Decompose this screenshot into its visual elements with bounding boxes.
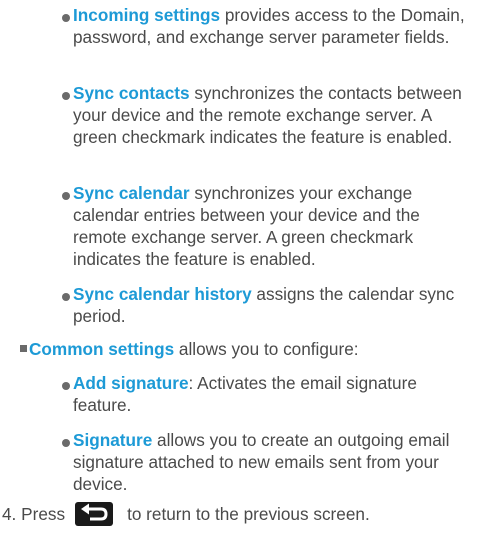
step-number: 4. (2, 504, 17, 524)
list-item-common-settings: Common settings allows you to configure: (29, 338, 485, 360)
document-page: Incoming settings provides access to the… (0, 0, 485, 534)
list-item-sync-contacts: Sync contacts synchronizes the contacts … (73, 82, 478, 148)
term-signature: Signature (73, 430, 153, 450)
bullet-dot (62, 192, 70, 200)
term-common-settings: Common settings (29, 339, 175, 359)
term-add-signature: Add signature (73, 373, 189, 393)
term-sync-contacts: Sync contacts (73, 83, 190, 103)
list-item-sync-calendar-history: Sync calendar history assigns the calend… (73, 283, 478, 327)
list-item-sync-calendar: Sync calendar synchronizes your exchange… (73, 182, 478, 270)
term-sync-calendar-history: Sync calendar history (73, 284, 252, 304)
bullet-dot (62, 293, 70, 301)
bullet-dot (62, 439, 70, 447)
list-item-signature: Signature allows you to create an outgoi… (73, 429, 478, 495)
bullet-dot (62, 92, 70, 100)
bullet-square (20, 345, 27, 352)
back-arrow-icon (75, 502, 114, 526)
list-item-incoming-settings: Incoming settings provides access to the… (73, 4, 478, 48)
desc-common-settings: allows you to configure: (174, 339, 359, 359)
term-sync-calendar: Sync calendar (73, 183, 190, 203)
bullet-dot (62, 382, 70, 390)
term-incoming-settings: Incoming settings (73, 5, 221, 25)
step-text-before: Press (21, 504, 66, 524)
step-4: 4. Press to return to the previous scree… (2, 502, 482, 526)
list-item-add-signature: Add signature: Activates the email signa… (73, 372, 478, 416)
step-text-after: to return to the previous screen. (127, 504, 370, 524)
bullet-dot (62, 14, 70, 22)
